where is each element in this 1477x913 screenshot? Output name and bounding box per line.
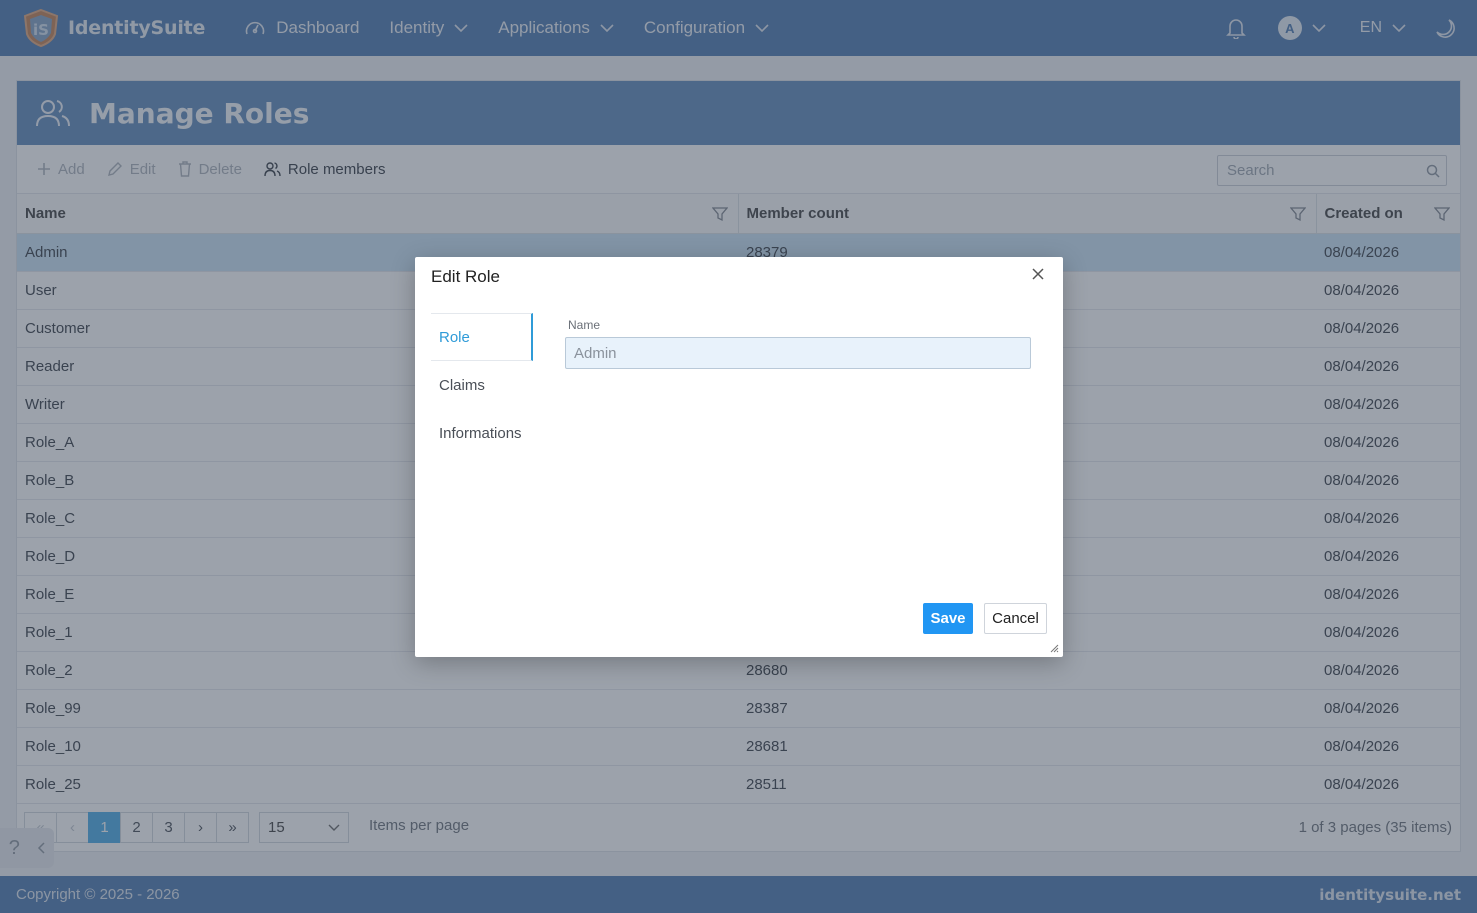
tab-claims[interactable]: Claims bbox=[431, 361, 533, 409]
tab-informations[interactable]: Informations bbox=[431, 409, 533, 457]
tab-role[interactable]: Role bbox=[431, 313, 533, 361]
dialog-title: Edit Role bbox=[431, 267, 500, 286]
save-button[interactable]: Save bbox=[923, 603, 973, 634]
name-field-label: Name bbox=[568, 318, 601, 332]
name-field[interactable] bbox=[574, 344, 1030, 362]
edit-role-dialog: Edit Role Role Claims Informations Name … bbox=[415, 257, 1063, 657]
cancel-button[interactable]: Cancel bbox=[984, 603, 1047, 634]
resize-handle-icon[interactable] bbox=[1049, 643, 1059, 653]
name-field-wrapper bbox=[565, 337, 1031, 369]
close-icon[interactable] bbox=[1031, 267, 1045, 281]
dialog-tabs: Role Claims Informations bbox=[431, 313, 533, 457]
